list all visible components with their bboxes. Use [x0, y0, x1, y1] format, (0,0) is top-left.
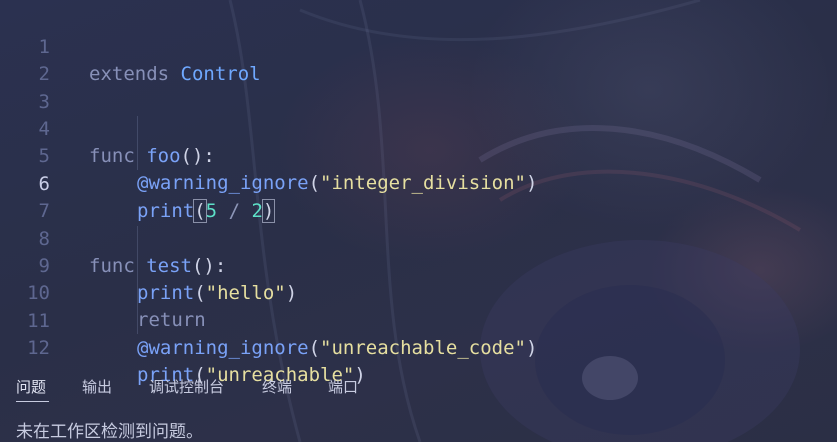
code-line[interactable]: 3	[0, 62, 50, 113]
bracket-match-highlight: (	[193, 199, 207, 223]
code-line[interactable]: 7	[0, 171, 50, 222]
code-editor[interactable]: 1 extends Control 2 3 4 func foo(): 5 @w…	[0, 0, 837, 386]
line-content[interactable]: @warning_ignore("unreachable_code")	[137, 335, 537, 362]
line-content[interactable]: func foo():	[89, 143, 215, 170]
code-line-active[interactable]: 6 print(5 / 2)	[0, 144, 276, 223]
line-content[interactable]: extends Control	[89, 61, 261, 88]
code-line[interactable]: 1 extends Control	[0, 7, 261, 85]
code-line[interactable]: 5 @warning_ignore("integer_division")	[0, 116, 538, 194]
line-content[interactable]: print("hello")	[137, 280, 297, 307]
code-line[interactable]: 2	[0, 34, 50, 85]
problems-status-message: 未在工作区检测到问题。	[16, 422, 203, 442]
line-number: 12	[27, 337, 50, 359]
bracket-match-highlight: )	[261, 199, 276, 223]
tab-terminal[interactable]: 终端	[262, 376, 292, 397]
panel-tab-bar: 问题 输出 调试控制台 终端 端口	[0, 368, 837, 406]
code-line[interactable]: 12 print("unreachable")	[0, 308, 366, 386]
tab-debug-console[interactable]: 调试控制台	[149, 376, 224, 397]
code-line[interactable]: 11 @warning_ignore("unreachable_code")	[0, 281, 537, 359]
line-content[interactable]: func test():	[89, 253, 226, 280]
code-line[interactable]: 8 func test():	[0, 199, 227, 277]
active-tab-indicator	[16, 401, 49, 402]
code-line[interactable]: 10 return	[0, 253, 206, 331]
line-content[interactable]: @warning_ignore("integer_division")	[137, 170, 537, 197]
tab-output[interactable]: 输出	[82, 376, 112, 397]
line-content[interactable]: print(5 / 2)	[137, 198, 276, 225]
tab-problems[interactable]: 问题	[16, 376, 46, 397]
bottom-panel: 问题 输出 调试控制台 终端 端口 未在工作区检测到问题。	[0, 368, 837, 442]
line-content[interactable]: return	[137, 307, 206, 334]
code-line[interactable]: 4 func foo():	[0, 89, 215, 167]
tab-ports[interactable]: 端口	[328, 376, 358, 397]
code-line[interactable]: 9 print("hello")	[0, 226, 298, 304]
